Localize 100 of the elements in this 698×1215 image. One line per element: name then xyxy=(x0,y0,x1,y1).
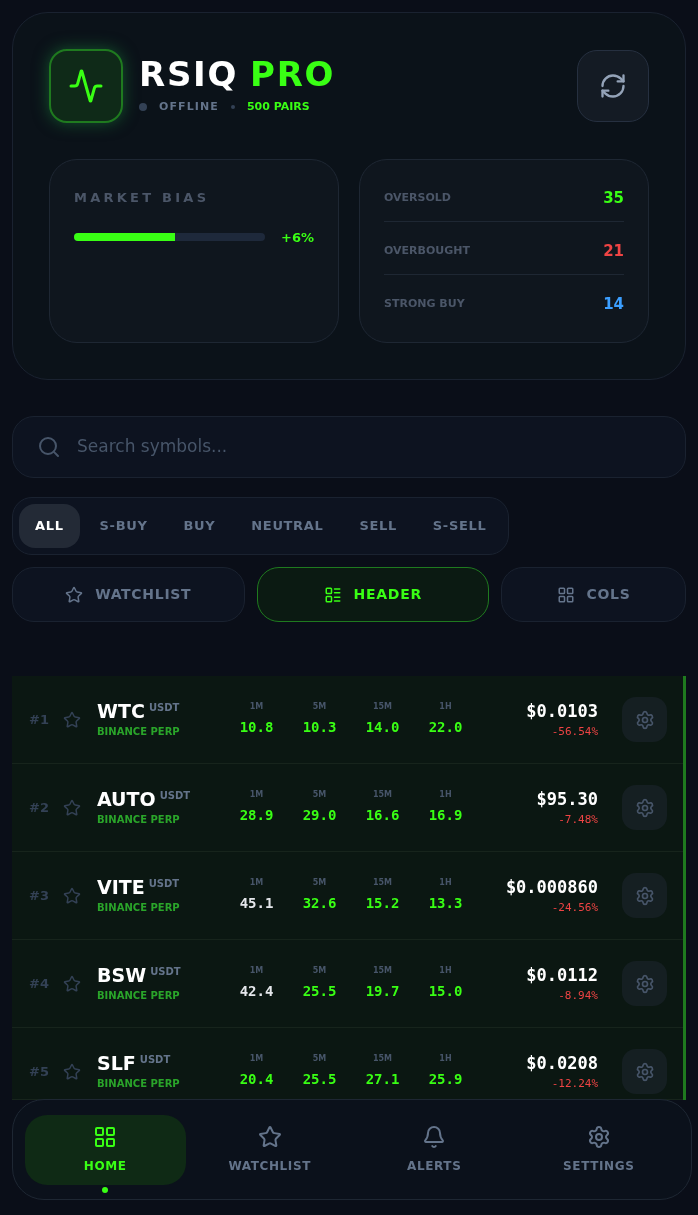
exchange-label: BINANCE PERP xyxy=(97,812,181,827)
row-settings-button[interactable] xyxy=(622,785,667,830)
app-title: RSIQ xyxy=(139,56,239,91)
refresh-button[interactable] xyxy=(577,50,649,122)
timeframe-label: 1M xyxy=(249,789,264,801)
rsi-value: 15.0 xyxy=(428,982,463,1001)
pair-row[interactable]: #4 BSW USDT BINANCE PERP 1M 42.4 5M 25.5 15M 19.7 1H 15.0 $0.0112 -8.94% xyxy=(12,940,683,1028)
rsi-value: 42.4 xyxy=(239,982,274,1001)
pair-row[interactable]: #1 WTC USDT BINANCE PERP 1M 10.8 5M 10.3 15M 14.0 1H 22.0 $0.0103 -56.54% xyxy=(12,676,683,764)
row-settings-button[interactable] xyxy=(622,961,667,1006)
timeframe-label: 1M xyxy=(249,1053,264,1065)
nav-tab[interactable]: WATCHLIST xyxy=(189,1114,350,1185)
search-input[interactable]: Search symbols... xyxy=(77,434,661,460)
settings-icon xyxy=(634,1061,655,1082)
filter-tab[interactable]: S-BUY xyxy=(83,504,164,548)
market-bias-label: MARKET BIAS xyxy=(74,189,211,207)
settings-icon xyxy=(634,973,655,994)
price: $95.30 xyxy=(536,787,598,811)
toggle-button[interactable]: COLS xyxy=(501,567,686,622)
stat-label: OVERBOUGHT xyxy=(384,242,470,259)
timeframe-label: 5M xyxy=(312,789,327,801)
star-icon[interactable] xyxy=(63,974,81,993)
star-icon[interactable] xyxy=(63,1062,81,1081)
status-text: OFFLINE xyxy=(159,98,219,115)
stat-label: STRONG BUY xyxy=(384,295,465,312)
star-icon[interactable] xyxy=(63,710,81,729)
quote-currency: USDT xyxy=(148,701,180,716)
filter-tab[interactable]: BUY xyxy=(167,504,232,548)
symbol-name: VITE xyxy=(97,876,145,900)
rank-number: #4 xyxy=(29,974,50,993)
price-change: -12.24% xyxy=(551,1076,598,1092)
symbol-name: BSW xyxy=(97,964,147,988)
pair-row[interactable]: #3 VITE USDT BINANCE PERP 1M 45.1 5M 32.6 15M 15.2 1H 13.3 $0.000860 -24.56% xyxy=(12,852,683,940)
pair-row[interactable]: #2 AUTO USDT BINANCE PERP 1M 28.9 5M 29.0 15M 16.6 1H 16.9 $95.30 -7.48% xyxy=(12,764,683,852)
filter-tab[interactable]: NEUTRAL xyxy=(235,504,340,548)
nav-tab[interactable]: ALERTS xyxy=(354,1114,515,1185)
symbol-name: SLF xyxy=(97,1052,136,1076)
star-icon xyxy=(65,585,84,604)
exchange-label: BINANCE PERP xyxy=(97,724,181,739)
search-icon xyxy=(37,435,61,459)
price-change: -7.48% xyxy=(558,812,598,828)
exchange-label: BINANCE PERP xyxy=(97,988,181,1003)
quote-currency: USDT xyxy=(139,1053,171,1068)
timeframe-label: 1H xyxy=(439,965,452,977)
rsi-value: 32.6 xyxy=(302,894,337,913)
symbol-name: WTC xyxy=(97,700,145,724)
timeframe-label: 1H xyxy=(439,877,452,889)
exchange-label: BINANCE PERP xyxy=(97,900,181,915)
app-title-accent: PRO xyxy=(250,56,336,91)
timeframe-label: 15M xyxy=(372,965,393,977)
rsi-value: 25.9 xyxy=(428,1070,463,1089)
settings-icon xyxy=(634,885,655,906)
search-field[interactable]: Search symbols... xyxy=(12,416,686,478)
rsi-value: 25.5 xyxy=(302,1070,337,1089)
price: $0.0208 xyxy=(526,1051,598,1075)
timeframe-label: 5M xyxy=(312,965,327,977)
price-change: -8.94% xyxy=(558,988,598,1004)
filter-tab[interactable]: S-SELL xyxy=(416,504,503,548)
timeframe-label: 15M xyxy=(372,789,393,801)
stat-value: 14 xyxy=(603,293,624,315)
toggle-button[interactable]: HEADER xyxy=(256,567,489,622)
grid-icon xyxy=(93,1124,118,1149)
star-icon xyxy=(257,1124,282,1149)
quote-currency: USDT xyxy=(159,789,191,804)
list-icon xyxy=(323,585,342,604)
price: $0.000860 xyxy=(505,875,598,899)
rsi-value: 22.0 xyxy=(428,718,463,737)
rsi-value: 45.1 xyxy=(239,894,274,913)
row-settings-button[interactable] xyxy=(622,697,667,742)
symbol-name: AUTO xyxy=(97,788,156,812)
rsi-value: 14.0 xyxy=(365,718,400,737)
timeframe-label: 1M xyxy=(249,965,264,977)
star-icon[interactable] xyxy=(63,798,81,817)
timeframe-label: 5M xyxy=(312,1053,327,1065)
timeframe-label: 1H xyxy=(439,789,452,801)
settings-icon xyxy=(634,797,655,818)
row-settings-button[interactable] xyxy=(622,1049,667,1094)
rank-number: #2 xyxy=(29,798,50,817)
timeframe-label: 15M xyxy=(372,877,393,889)
timeframe-label: 15M xyxy=(372,701,393,713)
rank-number: #5 xyxy=(29,1062,50,1081)
filter-tab[interactable]: SELL xyxy=(343,504,413,548)
price: $0.0103 xyxy=(526,699,598,723)
rsi-value: 28.9 xyxy=(239,806,274,825)
row-settings-button[interactable] xyxy=(622,873,667,918)
rsi-value: 25.5 xyxy=(302,982,337,1001)
rank-number: #1 xyxy=(29,710,50,729)
rsi-value: 15.2 xyxy=(365,894,400,913)
toggle-button[interactable]: WATCHLIST xyxy=(12,567,245,622)
pulse-logo-icon xyxy=(49,49,123,123)
price: $0.0112 xyxy=(526,963,598,987)
star-icon[interactable] xyxy=(63,886,81,905)
stat-value: 21 xyxy=(603,240,624,262)
pairs-count: 500 PAIRS xyxy=(246,98,310,115)
nav-tab[interactable]: HOME xyxy=(25,1114,186,1185)
filter-tab[interactable]: ALL xyxy=(19,504,80,548)
rsi-value: 16.9 xyxy=(428,806,463,825)
price-change: -56.54% xyxy=(551,724,598,740)
nav-tab[interactable]: SETTINGS xyxy=(518,1114,679,1185)
price-change: -24.56% xyxy=(551,900,598,916)
